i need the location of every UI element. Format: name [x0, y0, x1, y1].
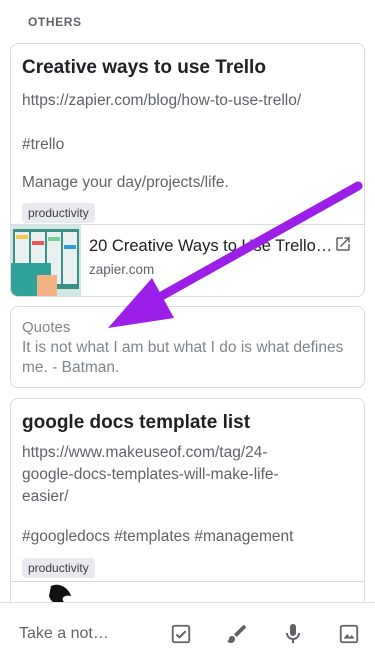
note-title: Creative ways to use Trello: [22, 57, 266, 78]
note-line: Manage your day/projects/life.: [22, 174, 229, 191]
label-chip[interactable]: productivity: [22, 203, 95, 223]
note-title: Quotes: [22, 319, 71, 336]
link-thumbnail: [11, 225, 81, 296]
label-chip[interactable]: productivity: [22, 558, 95, 578]
note-line: #trello: [22, 136, 65, 153]
bottom-bar: Take a not…: [0, 602, 375, 664]
image-icon[interactable]: [337, 622, 361, 646]
note-line: #googledocs #templates #management: [22, 528, 294, 545]
link-domain: zapier.com: [89, 262, 155, 277]
note-line: https://zapier.com/blog/how-to-use-trell…: [22, 92, 302, 109]
note-card-google-docs[interactable]: google docs template list https://www.ma…: [10, 398, 365, 628]
note-card-trello[interactable]: Creative ways to use Trello https://zapi…: [10, 43, 365, 297]
checkbox-icon[interactable]: [169, 622, 193, 646]
note-line: https://www.makeuseof.com/tag/24-: [22, 444, 268, 461]
link-title[interactable]: 20 Creative Ways to Use Trello…: [89, 237, 364, 256]
note-line: easier/: [22, 488, 69, 505]
take-note-input[interactable]: Take a not…: [19, 625, 137, 643]
note-title: google docs template list: [22, 412, 251, 433]
note-body: It is not what I am but what I do is wha…: [22, 339, 344, 376]
section-label: OTHERS: [28, 15, 82, 29]
open-external-icon[interactable]: [334, 235, 352, 253]
note-card-quotes[interactable]: Quotes It is not what I am but what I do…: [10, 306, 365, 388]
note-line: google-docs-templates-will-make-life-: [22, 466, 279, 483]
link-preview[interactable]: 20 Creative Ways to Use Trello… zapier.c…: [11, 224, 364, 296]
microphone-icon[interactable]: [281, 622, 305, 646]
brush-icon[interactable]: [225, 622, 249, 646]
